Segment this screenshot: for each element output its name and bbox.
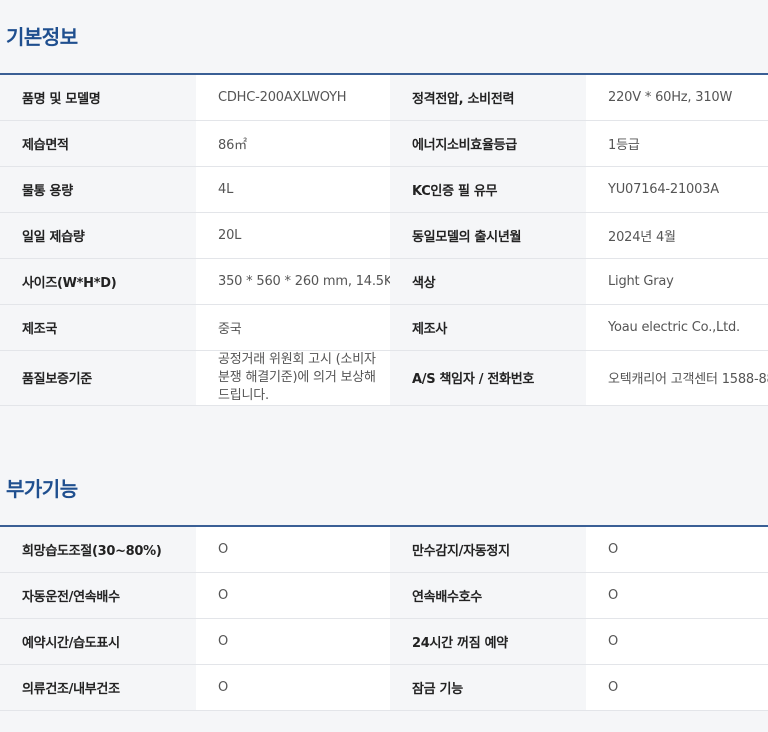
spec-label: 제조국 (0, 304, 196, 351)
spec-label: 제조사 (390, 304, 586, 351)
spec-label: A/S 책임자 / 전화번호 (390, 350, 586, 406)
feature-label: 연속배수호수 (390, 572, 586, 619)
extra-features-table: 희망습도조절(30~80%) O 만수감지/자동정지 O 자동운전/연속배수 O… (0, 525, 768, 711)
spec-label: KC인증 필 유무 (390, 166, 586, 213)
feature-label: 24시간 꺼짐 예약 (390, 618, 586, 665)
table-row: 일일 제습량 20L 동일모델의 출시년월 2024년 4월 (0, 212, 768, 259)
table-row: 품질보증기준 공정거래 위원회 고시 (소비자 분쟁 해결기준)에 의거 보상해… (0, 350, 768, 406)
feature-label: 예약시간/습도표시 (0, 618, 196, 665)
table-row: 제습면적 86㎡ 에너지소비효율등급 1등급 (0, 120, 768, 167)
spec-value: 4L (196, 166, 390, 213)
spec-value: 중국 (196, 304, 390, 351)
spec-value: 20L (196, 212, 390, 259)
table-row: 예약시간/습도표시 O 24시간 꺼짐 예약 O (0, 618, 768, 665)
spec-value: 1등급 (586, 120, 768, 167)
feature-value: O (586, 572, 768, 619)
spec-label: 동일모델의 출시년월 (390, 212, 586, 259)
table-row: 제조국 중국 제조사 Yoau electric Co.,Ltd. (0, 304, 768, 351)
spec-label: 일일 제습량 (0, 212, 196, 259)
spec-value: 86㎡ (196, 120, 390, 167)
spec-value: CDHC-200AXLWOYH (196, 74, 390, 121)
section-title-basic: 기본정보 (6, 25, 78, 49)
spec-value: 220V * 60Hz, 310W (586, 74, 768, 121)
spec-label: 품질보증기준 (0, 350, 196, 406)
table-row: 의류건조/내부건조 O 잠금 기능 O (0, 664, 768, 711)
table-row: 물통 용량 4L KC인증 필 유무 YU07164-21003A (0, 166, 768, 213)
spec-value: 공정거래 위원회 고시 (소비자 분쟁 해결기준)에 의거 보상해드립니다. (196, 350, 390, 406)
spec-label: 사이즈(W*H*D) (0, 258, 196, 305)
spec-value: Light Gray (586, 258, 768, 305)
feature-value: O (586, 664, 768, 711)
section-title-extra: 부가기능 (6, 477, 78, 501)
feature-label: 희망습도조절(30~80%) (0, 526, 196, 573)
feature-label: 만수감지/자동정지 (390, 526, 586, 573)
feature-label: 의류건조/내부건조 (0, 664, 196, 711)
spec-value: YU07164-21003A (586, 166, 768, 213)
table-row: 희망습도조절(30~80%) O 만수감지/자동정지 O (0, 526, 768, 573)
feature-value: O (586, 526, 768, 573)
spec-label: 정격전압, 소비전력 (390, 74, 586, 121)
spec-label: 물통 용량 (0, 166, 196, 213)
table-row: 자동운전/연속배수 O 연속배수호수 O (0, 572, 768, 619)
spec-label: 제습면적 (0, 120, 196, 167)
spec-label: 에너지소비효율등급 (390, 120, 586, 167)
table-row: 품명 및 모델명 CDHC-200AXLWOYH 정격전압, 소비전력 220V… (0, 74, 768, 121)
table-row: 사이즈(W*H*D) 350 * 560 * 260 mm, 14.5Kg 색상… (0, 258, 768, 305)
spec-value: Yoau electric Co.,Ltd. (586, 304, 768, 351)
spec-value: 오텍캐리어 고객센터 1588-8866 (586, 350, 768, 406)
spec-value: 350 * 560 * 260 mm, 14.5Kg (196, 258, 390, 305)
basic-info-table: 품명 및 모델명 CDHC-200AXLWOYH 정격전압, 소비전력 220V… (0, 73, 768, 406)
spec-label: 품명 및 모델명 (0, 74, 196, 121)
spec-label: 색상 (390, 258, 586, 305)
feature-value: O (196, 618, 390, 665)
feature-value: O (196, 664, 390, 711)
feature-label: 자동운전/연속배수 (0, 572, 196, 619)
feature-value: O (196, 526, 390, 573)
feature-value: O (586, 618, 768, 665)
spec-value: 2024년 4월 (586, 212, 768, 259)
feature-label: 잠금 기능 (390, 664, 586, 711)
feature-value: O (196, 572, 390, 619)
